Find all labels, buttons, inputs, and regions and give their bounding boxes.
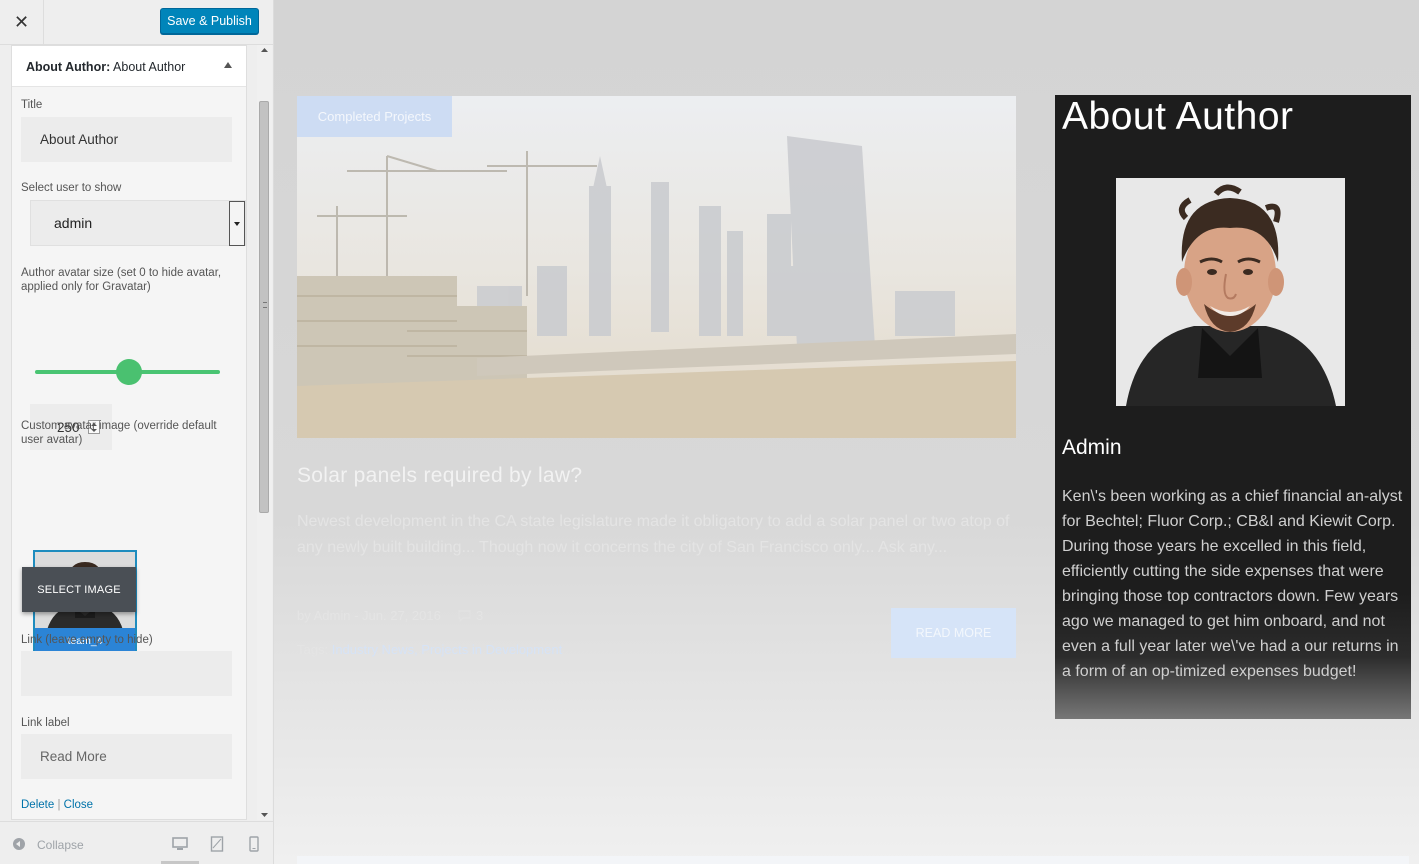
link-field-label: Link (leave empty to hide) <box>21 634 153 646</box>
chevron-down-icon[interactable] <box>229 201 245 246</box>
title-input[interactable]: About Author <box>21 117 232 162</box>
user-select[interactable]: admin <box>30 200 246 246</box>
close-widget-link[interactable]: Close <box>64 799 93 811</box>
custom-avatar-label: Custom avatar image (override default us… <box>21 420 217 446</box>
select-image-button[interactable]: SELECT IMAGE <box>22 567 136 612</box>
collapse-label[interactable]: Collapse <box>37 838 84 852</box>
widget-panel-header[interactable]: About Author: About Author <box>12 46 246 87</box>
comment-count[interactable]: 3 <box>476 608 483 623</box>
site-preview: Completed Projects Solar panels required… <box>274 0 1419 864</box>
link-label-field-label: Link label <box>21 717 70 729</box>
close-icon: ✕ <box>13 11 30 32</box>
close-customizer-button[interactable]: ✕ <box>0 0 44 44</box>
widget-type-label: About Author: <box>26 60 111 74</box>
scroll-down-icon[interactable] <box>257 810 272 820</box>
widget-actions: Delete | Close <box>21 799 93 811</box>
user-select-label: Select user to show <box>21 182 122 194</box>
desktop-icon[interactable] <box>172 836 188 852</box>
save-publish-button[interactable]: Save & Publish <box>160 8 259 34</box>
collapse-icon[interactable] <box>13 838 25 850</box>
author-name: Admin <box>1062 436 1122 459</box>
post-meta: by Admin - Jun. 27, 2016 <box>297 608 441 623</box>
about-author-widget: About Author Admin Ken\'s been working a… <box>1055 95 1411 719</box>
author-bio: Ken\'s been working as a chief financial… <box>1062 488 1403 680</box>
collapse-arrow-icon[interactable] <box>224 62 232 68</box>
author-photo <box>1116 178 1345 406</box>
widget-panel: About Author: About Author Title About A… <box>11 45 247 820</box>
user-select-value: admin <box>54 215 93 231</box>
customizer-header: ✕ Save & Publish <box>0 0 273 45</box>
construction-skyline-image <box>297 96 1016 438</box>
mobile-icon[interactable] <box>249 836 259 852</box>
actions-separator: | <box>57 799 61 811</box>
scroll-up-icon[interactable] <box>257 45 272 55</box>
avatar <box>1116 178 1345 406</box>
delete-widget-link[interactable]: Delete <box>21 799 54 811</box>
post-tags: Tags: Industry News, Projects in Develop… <box>297 642 562 657</box>
widget-title: About Author <box>1062 95 1294 138</box>
widget-form: Title About Author Select user to show a… <box>12 87 246 819</box>
post-excerpt: Newest development in the CA state legis… <box>297 513 1010 556</box>
link-label-input[interactable]: Read More <box>21 734 232 779</box>
comment-icon <box>458 610 471 622</box>
customizer-footer: Collapse <box>0 821 273 864</box>
tablet-icon[interactable] <box>210 836 224 852</box>
tags-prefix: Tags: <box>297 642 329 657</box>
post-featured-image[interactable]: Completed Projects <box>297 96 1016 438</box>
category-badge[interactable]: Completed Projects <box>297 96 452 137</box>
post-title[interactable]: Solar panels required by law? <box>297 464 582 488</box>
next-post-strip <box>297 856 1409 864</box>
link-input[interactable] <box>21 651 232 696</box>
customizer-sidebar: ✕ Save & Publish About Author: About Aut… <box>0 0 274 864</box>
scrollbar-thumb[interactable] <box>259 101 269 513</box>
slider-handle[interactable] <box>115 359 142 385</box>
tag-links[interactable]: Industry News, Projects in Development <box>332 642 562 657</box>
sidebar-scrollbar[interactable] <box>257 45 272 820</box>
avatar-size-label: Author avatar size (set 0 to hide avatar… <box>21 267 222 293</box>
title-field-label: Title <box>21 99 43 111</box>
read-more-button[interactable]: READ MORE <box>891 608 1016 658</box>
widget-instance-label: About Author <box>113 60 186 74</box>
avatar-size-slider[interactable] <box>35 359 220 385</box>
